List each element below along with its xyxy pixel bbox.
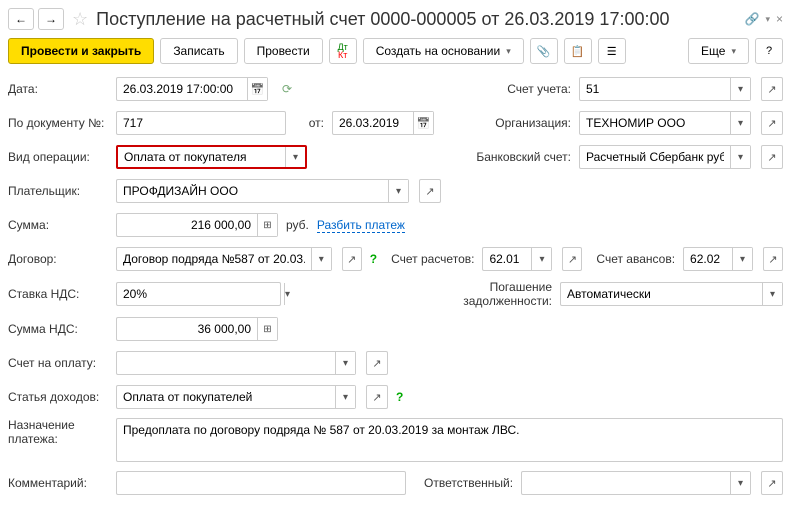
payer-field[interactable]: ▾ <box>116 179 409 203</box>
doc-no-label: По документу №: <box>8 116 108 130</box>
post-button[interactable]: Провести <box>244 38 323 64</box>
settle-acc-label: Счет расчетов: <box>391 252 474 266</box>
dropdown-icon[interactable]: ▾ <box>762 283 782 305</box>
org-label: Организация: <box>461 116 571 130</box>
bank-acc-label: Банковский счет: <box>461 150 571 164</box>
sum-field[interactable]: ⊞ <box>116 213 278 237</box>
open-button[interactable]: ↗ <box>763 247 783 271</box>
open-button[interactable]: ↗ <box>761 471 783 495</box>
date-label: Дата: <box>8 82 108 96</box>
dropdown-icon[interactable]: ▾ <box>311 248 331 270</box>
split-payment-link[interactable]: Разбить платеж <box>317 218 405 233</box>
write-button[interactable]: Записать <box>160 38 237 64</box>
calculator-icon[interactable]: ⊞ <box>257 318 277 340</box>
op-type-field[interactable]: ▾ <box>116 145 307 169</box>
contract-label: Договор: <box>8 252 108 266</box>
dropdown-icon[interactable]: ▾ <box>730 472 750 494</box>
refresh-icon[interactable]: ⟳ <box>282 82 292 96</box>
link-icon[interactable]: 🔗 <box>745 12 760 26</box>
dropdown-icon[interactable]: ▾ <box>730 78 750 100</box>
dropdown-icon[interactable]: ▾ <box>284 283 290 305</box>
purpose-field[interactable] <box>116 418 783 462</box>
favorite-star-icon[interactable]: ☆ <box>72 9 88 30</box>
post-and-close-button[interactable]: Провести и закрыть <box>8 38 154 64</box>
open-button[interactable]: ↗ <box>342 247 362 271</box>
from-label: от: <box>294 116 324 130</box>
vat-sum-field[interactable]: ⊞ <box>116 317 278 341</box>
dropdown-icon[interactable]: ▾ <box>730 146 750 168</box>
rub-label: руб. <box>286 218 309 232</box>
debt-repay-label: Погашение задолженности: <box>447 280 552 308</box>
settle-acc-field[interactable]: ▾ <box>482 247 552 271</box>
org-field[interactable]: ▾ <box>579 111 751 135</box>
responsible-field[interactable]: ▾ <box>521 471 751 495</box>
doc-date-field[interactable] <box>332 111 434 135</box>
open-button[interactable]: ↗ <box>761 77 783 101</box>
calculator-icon[interactable]: ⊞ <box>257 214 277 236</box>
invoice-field[interactable]: ▾ <box>116 351 356 375</box>
income-item-field[interactable]: ▾ <box>116 385 356 409</box>
open-button[interactable]: ↗ <box>761 145 783 169</box>
advance-acc-label: Счет авансов: <box>596 252 675 266</box>
nav-back-button[interactable]: ← <box>8 8 34 30</box>
open-button[interactable]: ↗ <box>366 385 388 409</box>
dropdown-icon[interactable]: ▾ <box>335 386 355 408</box>
comment-field[interactable] <box>116 471 406 495</box>
calendar-icon[interactable] <box>247 78 267 100</box>
vat-rate-field[interactable]: ▾ <box>116 282 281 306</box>
bank-acc-field[interactable]: ▾ <box>579 145 751 169</box>
dropdown-icon[interactable]: ▾ <box>730 112 750 134</box>
help-icon[interactable]: ? <box>396 390 403 404</box>
dropdown-icon[interactable]: ▾ <box>765 14 770 25</box>
dropdown-icon[interactable]: ▾ <box>531 248 551 270</box>
attach-button[interactable]: 📎 <box>530 38 558 64</box>
help-icon[interactable]: ? <box>370 252 377 266</box>
vat-rate-label: Ставка НДС: <box>8 287 108 301</box>
help-button[interactable]: ? <box>755 38 783 64</box>
responsible-label: Ответственный: <box>424 476 513 490</box>
payer-label: Плательщик: <box>8 184 108 198</box>
vat-sum-label: Сумма НДС: <box>8 322 108 336</box>
op-type-label: Вид операции: <box>8 150 108 164</box>
more-button[interactable]: Еще <box>688 38 749 64</box>
open-button[interactable]: ↗ <box>761 111 783 135</box>
purpose-label: Назначение платежа: <box>8 418 108 446</box>
income-item-label: Статья доходов: <box>8 390 108 404</box>
date-field[interactable] <box>116 77 268 101</box>
dt-kt-button[interactable]: ДтКт <box>329 38 357 64</box>
open-button[interactable]: ↗ <box>562 247 582 271</box>
contract-field[interactable]: ▾ <box>116 247 332 271</box>
open-button[interactable]: ↗ <box>419 179 441 203</box>
invoice-label: Счет на оплату: <box>8 356 108 370</box>
account-field[interactable]: ▾ <box>579 77 751 101</box>
comment-label: Комментарий: <box>8 476 108 490</box>
report-button[interactable]: 📋 <box>564 38 592 64</box>
sum-label: Сумма: <box>8 218 108 232</box>
open-button[interactable]: ↗ <box>366 351 388 375</box>
dropdown-icon[interactable]: ▾ <box>732 248 752 270</box>
close-icon[interactable]: × <box>776 12 783 26</box>
dropdown-icon[interactable]: ▾ <box>285 147 305 167</box>
calendar-icon[interactable] <box>413 112 433 134</box>
doc-no-field[interactable] <box>116 111 286 135</box>
nav-forward-button[interactable]: → <box>38 8 64 30</box>
advance-acc-field[interactable]: ▾ <box>683 247 753 271</box>
dropdown-icon[interactable]: ▾ <box>388 180 408 202</box>
window-title: Поступление на расчетный счет 0000-00000… <box>96 9 740 30</box>
dropdown-icon[interactable]: ▾ <box>335 352 355 374</box>
list-button[interactable]: ☰ <box>598 38 626 64</box>
create-based-button[interactable]: Создать на основании <box>363 38 524 64</box>
debt-repay-field[interactable]: ▾ <box>560 282 783 306</box>
account-label: Счет учета: <box>461 82 571 96</box>
